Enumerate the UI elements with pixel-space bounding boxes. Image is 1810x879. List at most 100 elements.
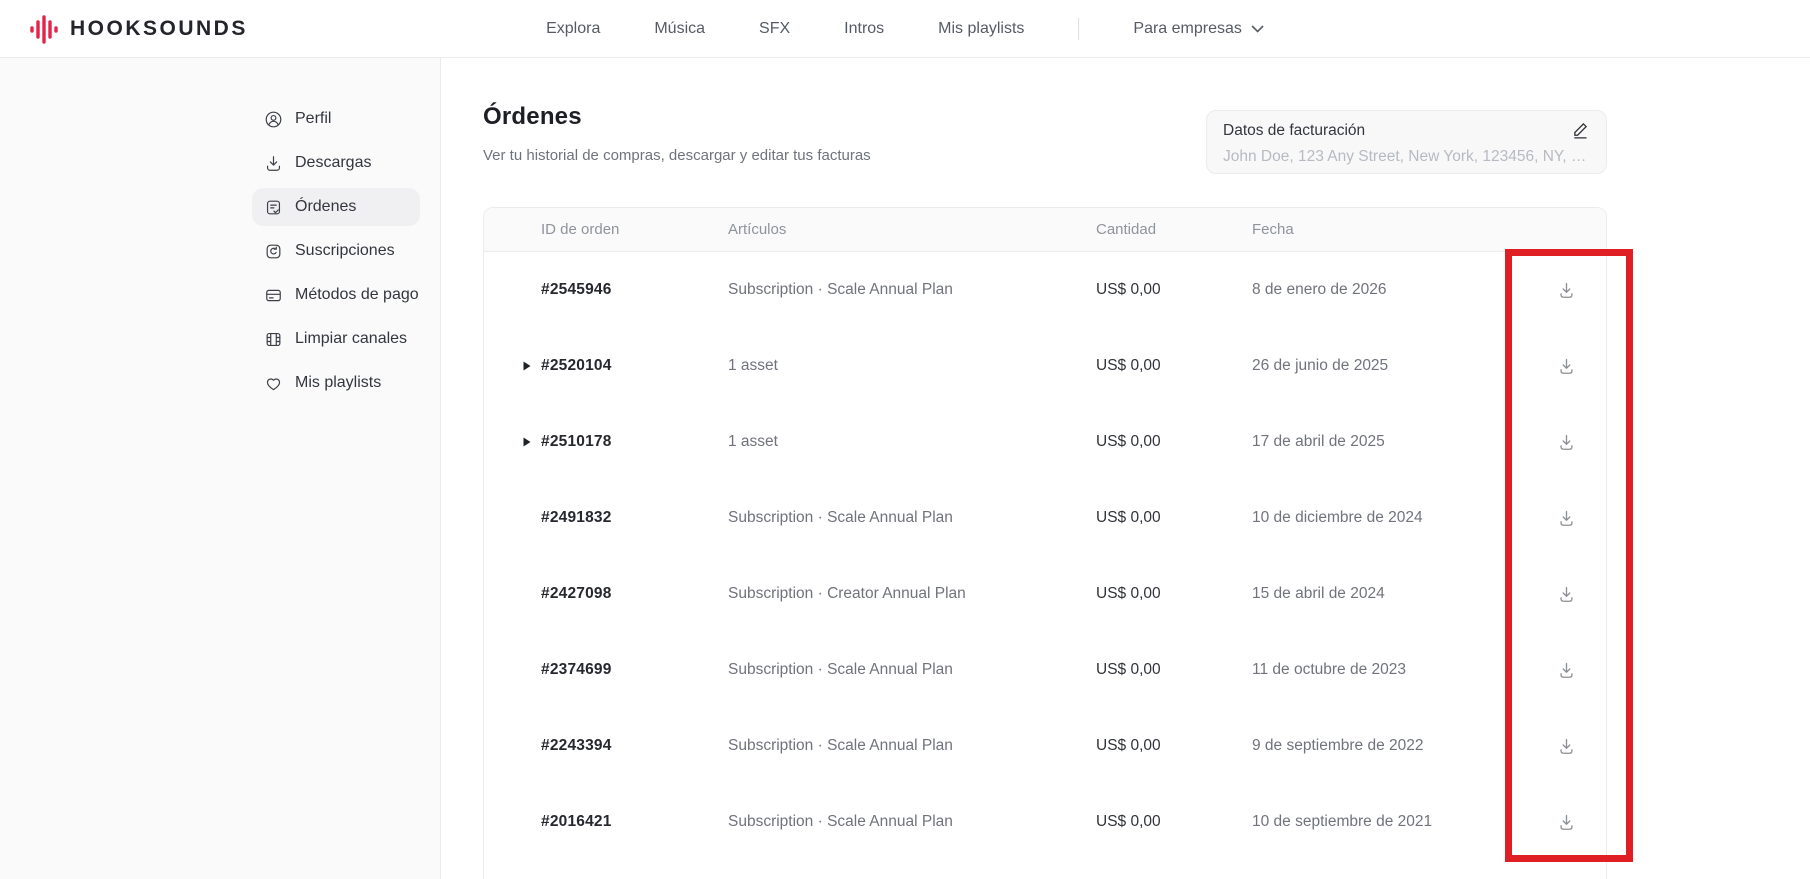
sidebar-menu: Perfil Descargas Órdenes Suscripcio xyxy=(252,100,420,402)
nav-item-intros[interactable]: Intros xyxy=(844,20,884,38)
sidebar-item-descargas[interactable]: Descargas xyxy=(252,144,420,182)
download-icon xyxy=(1556,280,1577,301)
chevron-down-icon xyxy=(1251,25,1264,33)
nav-item-mis-playlists[interactable]: Mis playlists xyxy=(938,20,1024,38)
download-icon xyxy=(264,154,283,173)
hooksounds-logo[interactable]: HOOKSOUNDS xyxy=(29,0,248,57)
subscriptions-icon xyxy=(264,242,283,261)
order-date: 17 de abril de 2025 xyxy=(1252,433,1524,451)
download-invoice-button[interactable] xyxy=(1552,352,1581,381)
sidebar-item-limpiar-canales[interactable]: Limpiar canales xyxy=(252,320,420,358)
download-icon xyxy=(1556,812,1577,833)
triangle-right-icon xyxy=(523,361,531,371)
download-invoice-button[interactable] xyxy=(1552,504,1581,533)
download-icon xyxy=(1556,736,1577,757)
sidebar-item-ordenes[interactable]: Órdenes xyxy=(252,188,420,226)
order-amount: US$ 0,00 xyxy=(1096,281,1252,299)
sidebar-item-label: Perfil xyxy=(295,110,331,128)
download-icon xyxy=(1556,356,1577,377)
order-id: #2016421 xyxy=(541,813,728,831)
sidebar-item-label: Suscripciones xyxy=(295,242,395,260)
brand-name: HOOKSOUNDS xyxy=(70,17,248,41)
nav-item-explora[interactable]: Explora xyxy=(546,20,600,38)
order-date: 15 de abril de 2024 xyxy=(1252,585,1524,603)
column-header-date: Fecha xyxy=(1252,221,1524,238)
download-invoice-button[interactable] xyxy=(1552,656,1581,685)
order-id: #2520104 xyxy=(541,357,728,375)
table-row: #2491832 Subscription · Scale Annual Pla… xyxy=(484,480,1606,556)
table-row: #2374699 Subscription · Scale Annual Pla… xyxy=(484,632,1606,708)
nav-item-para-empresas[interactable]: Para empresas xyxy=(1133,20,1264,38)
table-row: #2545946 Subscription · Scale Annual Pla… xyxy=(484,252,1606,328)
billing-card: Datos de facturación John Doe, 123 Any S… xyxy=(1206,110,1607,174)
nav-divider xyxy=(1078,18,1079,40)
download-invoice-button[interactable] xyxy=(1552,732,1581,761)
order-amount: US$ 0,00 xyxy=(1096,813,1252,831)
download-icon xyxy=(1556,660,1577,681)
orders-page: Órdenes Ver tu historial de compras, des… xyxy=(442,58,1810,879)
table-row: #2520104 1 asset US$ 0,00 26 de junio de… xyxy=(484,328,1606,404)
sidebar-item-mis-playlists[interactable]: Mis playlists xyxy=(252,364,420,402)
order-items: Subscription · Creator Annual Plan xyxy=(728,585,1096,603)
download-invoice-button[interactable] xyxy=(1552,428,1581,457)
order-id: #2427098 xyxy=(541,585,728,603)
waveform-logo-icon xyxy=(29,12,61,46)
order-id: #2545946 xyxy=(541,281,728,299)
order-id: #2491832 xyxy=(541,509,728,527)
expand-row-button[interactable] xyxy=(521,359,533,373)
order-items: Subscription · Scale Annual Plan xyxy=(728,661,1096,679)
order-amount: US$ 0,00 xyxy=(1096,509,1252,527)
order-items: 1 asset xyxy=(728,433,1096,451)
order-date: 26 de junio de 2025 xyxy=(1252,357,1524,375)
order-id: #2510178 xyxy=(541,433,728,451)
sidebar-item-label: Mis playlists xyxy=(295,374,381,392)
film-icon xyxy=(264,330,283,349)
order-amount: US$ 0,00 xyxy=(1096,357,1252,375)
account-sidebar: Perfil Descargas Órdenes Suscripcio xyxy=(0,58,441,879)
order-id: #2243394 xyxy=(541,737,728,755)
pencil-icon xyxy=(1570,121,1590,140)
download-icon xyxy=(1556,508,1577,529)
edit-billing-button[interactable] xyxy=(1570,121,1590,143)
table-row: #2510178 1 asset US$ 0,00 17 de abril de… xyxy=(484,404,1606,480)
table-row: #2016421 Subscription · Scale Annual Pla… xyxy=(484,784,1606,860)
table-row: #2243394 Subscription · Scale Annual Pla… xyxy=(484,708,1606,784)
order-date: 10 de diciembre de 2024 xyxy=(1252,509,1524,527)
sidebar-item-label: Descargas xyxy=(295,154,371,172)
table-header-row: ID de orden Artículos Cantidad Fecha xyxy=(484,208,1606,252)
download-icon xyxy=(1556,584,1577,605)
topbar: HOOKSOUNDS Explora Música SFX Intros Mis… xyxy=(0,0,1810,58)
order-date: 9 de septiembre de 2022 xyxy=(1252,737,1524,755)
column-header-items: Artículos xyxy=(728,221,1096,238)
order-amount: US$ 0,00 xyxy=(1096,661,1252,679)
billing-address: John Doe, 123 Any Street, New York, 1234… xyxy=(1223,148,1590,166)
order-items: Subscription · Scale Annual Plan xyxy=(728,737,1096,755)
sidebar-item-perfil[interactable]: Perfil xyxy=(252,100,420,138)
orders-table: ID de orden Artículos Cantidad Fecha #25… xyxy=(483,207,1607,879)
user-icon xyxy=(264,110,283,129)
download-icon xyxy=(1556,432,1577,453)
orders-icon xyxy=(264,198,283,217)
download-invoice-button[interactable] xyxy=(1552,580,1581,609)
nav-item-musica[interactable]: Música xyxy=(654,20,705,38)
download-invoice-button[interactable] xyxy=(1552,276,1581,305)
triangle-right-icon xyxy=(523,437,531,447)
sidebar-item-metodos-de-pago[interactable]: Métodos de pago xyxy=(252,276,420,314)
order-amount: US$ 0,00 xyxy=(1096,433,1252,451)
heart-icon xyxy=(264,374,283,393)
order-items: 1 asset xyxy=(728,357,1096,375)
nav-item-label: Para empresas xyxy=(1133,20,1242,38)
sidebar-item-label: Órdenes xyxy=(295,198,356,216)
sidebar-item-label: Limpiar canales xyxy=(295,330,407,348)
download-invoice-button[interactable] xyxy=(1552,808,1581,837)
main-nav: Explora Música SFX Intros Mis playlists … xyxy=(546,0,1264,57)
sidebar-item-suscripciones[interactable]: Suscripciones xyxy=(252,232,420,270)
order-items: Subscription · Scale Annual Plan xyxy=(728,281,1096,299)
nav-item-sfx[interactable]: SFX xyxy=(759,20,790,38)
billing-title: Datos de facturación xyxy=(1223,122,1365,140)
order-items: Subscription · Scale Annual Plan xyxy=(728,509,1096,527)
sidebar-item-label: Métodos de pago xyxy=(295,286,419,304)
order-items: Subscription · Scale Annual Plan xyxy=(728,813,1096,831)
order-date: 11 de octubre de 2023 xyxy=(1252,661,1524,679)
expand-row-button[interactable] xyxy=(521,435,533,449)
